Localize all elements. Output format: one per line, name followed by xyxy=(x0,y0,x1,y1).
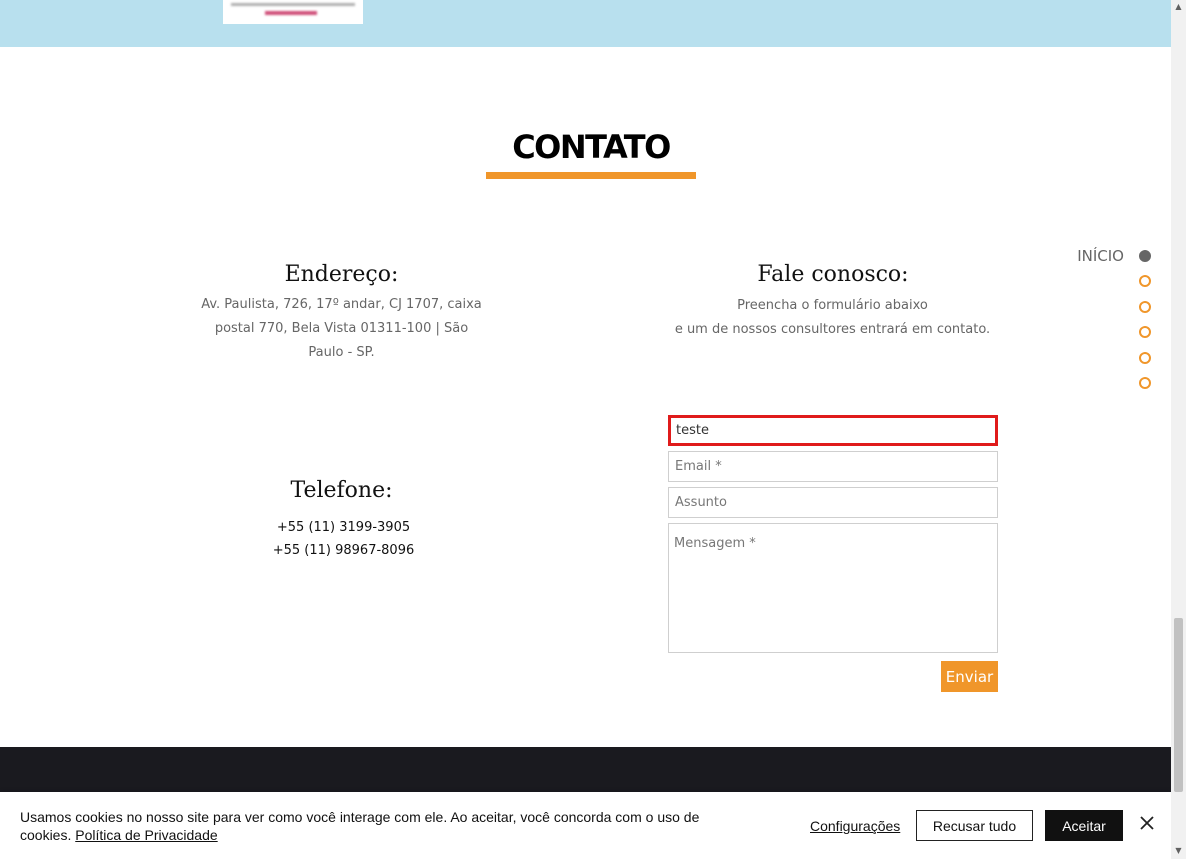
subject-field[interactable] xyxy=(668,487,998,518)
side-nav-dot-5[interactable] xyxy=(1139,352,1151,364)
send-button[interactable]: Enviar xyxy=(941,661,998,692)
scrollbar-thumb[interactable] xyxy=(1174,618,1183,792)
phone-numbers: +55 (11) 3199-3905 +55 (11) 98967-8096 xyxy=(206,516,481,562)
cookie-settings-link[interactable]: Configurações xyxy=(810,818,900,834)
name-field[interactable] xyxy=(668,415,998,446)
side-nav-dot-4[interactable] xyxy=(1139,326,1151,338)
side-nav-dot-3[interactable] xyxy=(1139,301,1151,313)
reject-all-button[interactable]: Recusar tudo xyxy=(916,810,1033,841)
address-heading: Endereço: xyxy=(284,262,399,287)
side-nav-active-label[interactable]: INÍCIO xyxy=(1060,247,1124,265)
phone-number-2: +55 (11) 98967-8096 xyxy=(272,543,415,558)
side-nav-dot-2[interactable] xyxy=(1139,275,1151,287)
cookie-text: Usamos cookies no nosso site para ver co… xyxy=(20,808,720,844)
scroll-up-arrow-icon[interactable]: ▲ xyxy=(1174,2,1183,12)
accept-button[interactable]: Aceitar xyxy=(1045,810,1123,841)
side-nav-dot-1[interactable] xyxy=(1139,250,1151,262)
contact-intro: Preencha o formulário abaixo e um de nos… xyxy=(660,294,1005,342)
phone-heading: Telefone: xyxy=(290,478,393,503)
scrollbar[interactable]: ▲ ▼ xyxy=(1171,0,1186,859)
address-text: Av. Paulista, 726, 17º andar, CJ 1707, c… xyxy=(201,297,482,360)
cookie-banner: Usamos cookies no nosso site para ver co… xyxy=(0,792,1171,859)
message-field[interactable] xyxy=(668,523,998,653)
partner-logo xyxy=(223,0,363,24)
privacy-policy-link[interactable]: Política de Privacidade xyxy=(75,827,217,843)
section-title: CONTATO xyxy=(512,128,671,166)
close-icon[interactable] xyxy=(1138,814,1156,832)
contact-intro-line-1: Preencha o formulário abaixo xyxy=(737,298,928,313)
phone-number-1: +55 (11) 3199-3905 xyxy=(276,520,411,535)
title-underline xyxy=(486,172,696,179)
top-band xyxy=(0,0,1171,47)
email-field[interactable] xyxy=(668,451,998,482)
contact-heading: Fale conosco: xyxy=(757,262,909,287)
scroll-down-arrow-icon[interactable]: ▼ xyxy=(1174,846,1183,856)
contact-intro-line-2: e um de nossos consultores entrará em co… xyxy=(674,322,991,337)
side-nav-dot-6[interactable] xyxy=(1139,377,1151,389)
